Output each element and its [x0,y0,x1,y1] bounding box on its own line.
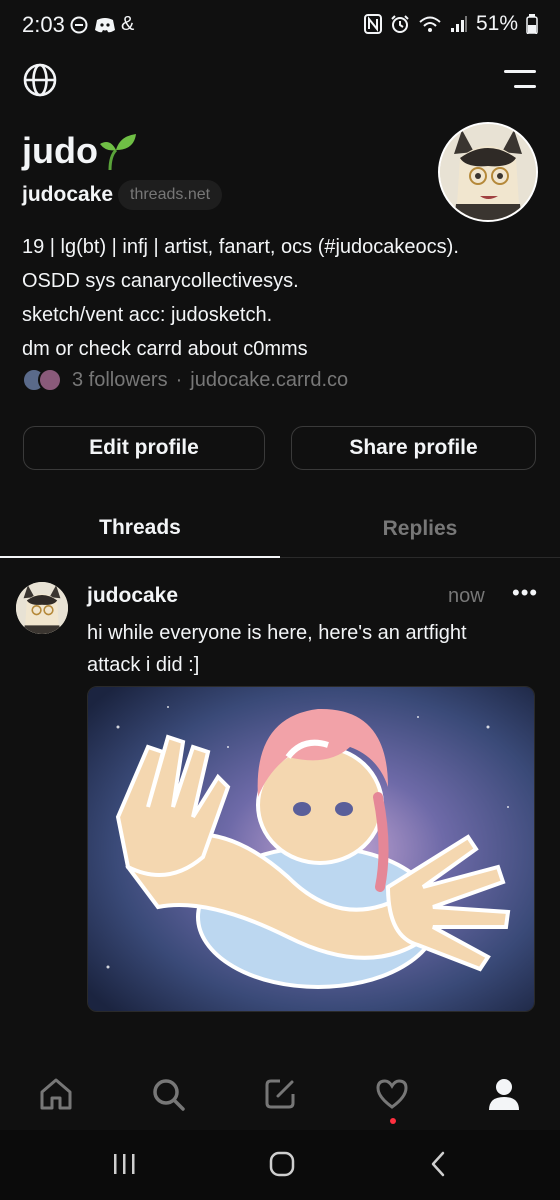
profile-username: judocake [22,183,114,206]
back-icon[interactable] [428,1150,448,1178]
profile-bio: 19 | lg(bt) | infj | artist, fanart, ocs… [22,230,542,366]
profile-name: judo [22,130,98,171]
followers-count[interactable]: 3 followers [72,369,168,392]
status-time: 2:03 [22,12,65,37]
post-text-line: hi while everyone is here, here's an art… [87,622,467,644]
search-icon[interactable] [144,1070,192,1118]
tab-replies[interactable]: Replies [280,500,560,558]
profile-icon[interactable] [480,1070,528,1118]
system-nav [0,1130,560,1200]
heart-icon[interactable] [368,1070,416,1118]
notification-dot [390,1118,396,1124]
post-username[interactable]: judocake [87,584,178,608]
globe-icon[interactable] [22,62,58,98]
home-icon[interactable] [32,1070,80,1118]
domain-badge[interactable]: threads.net [118,180,223,210]
profile-link[interactable]: judocake.carrd.co [190,369,348,392]
nfc-icon [363,14,382,34]
more-options-icon[interactable]: ••• [512,580,538,606]
home-circle-icon[interactable] [268,1150,296,1178]
seedling-icon [100,134,136,171]
share-profile-button[interactable]: Share profile [291,426,536,470]
alarm-icon [391,15,409,33]
follower-avatars[interactable] [22,368,62,392]
do-not-disturb-icon [70,16,88,34]
post-image[interactable] [87,686,535,1012]
threads-icon: & [121,13,135,35]
post-avatar[interactable] [16,582,68,634]
status-bar: 2:03 & 51% [0,0,560,50]
profile-meta: 3 followers · judocake.carrd.co [22,368,348,392]
post-text-line: attack i did :] [87,654,200,676]
recents-icon[interactable] [112,1152,138,1176]
wifi-icon [419,16,441,32]
battery-percent: 51% [475,12,518,35]
battery-icon [526,14,538,34]
status-right: 51% [363,12,538,36]
profile-avatar[interactable] [438,122,538,222]
bio-line: 19 | lg(bt) | infj | artist, fanart, ocs… [22,236,459,258]
signal-icon [450,16,467,32]
meta-separator: · [175,368,183,391]
bio-line: dm or check carrd about c0mms [22,338,308,360]
edit-profile-button[interactable]: Edit profile [23,426,265,470]
menu-icon[interactable] [504,70,536,92]
bio-line: sketch/vent acc: judosketch. [22,304,273,326]
follower-avatar [38,368,62,392]
bio-line: OSDD sys canarycollectivesys. [22,270,299,292]
post-text: hi while everyone is here, here's an art… [87,617,527,681]
discord-icon [95,18,115,33]
bottom-nav [0,1056,560,1130]
artwork-image [88,687,534,1011]
post-time: now [448,585,485,607]
compose-icon[interactable] [256,1070,304,1118]
tab-threads[interactable]: Threads [0,500,280,558]
